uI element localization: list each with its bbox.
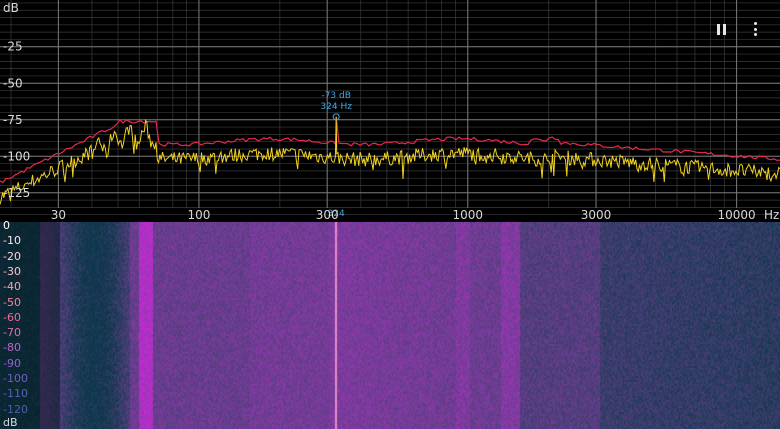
level-tick-label: -40 [3, 280, 21, 294]
level-tick-label: -70 [3, 326, 21, 340]
y-tick-label: -50 [3, 76, 23, 90]
x-tick-label: 3000 [581, 208, 612, 222]
pause-icon [715, 23, 727, 35]
level-tick-label: -20 [3, 249, 21, 263]
live-spectrum-curve [0, 116, 780, 205]
level-tick-label: -110 [3, 387, 28, 401]
level-tick-label: -120 [3, 402, 28, 416]
spectrum-plot[interactable]: -73 dB324 Hz324 -25-50-75-100-125 30 100 3… [0, 0, 780, 222]
level-tick-label: -80 [3, 341, 21, 355]
level-tick-label: -30 [3, 264, 21, 278]
x-tick-label: 100 [187, 208, 210, 222]
level-scale: 0 -10 -20 -30 -40 -50 -60 -70 -80 -90 -100 -110 -120 [0, 219, 40, 429]
major-grid [0, 0, 780, 208]
spectrogram[interactable]: 0 -10 -20 -30 -40 -50 -60 -70 -80 -90 -100 -110 -120… [0, 219, 780, 429]
level-tick-label: -50 [3, 295, 21, 309]
level-tick-label: -10 [3, 234, 21, 248]
db-unit-label: dB [3, 1, 19, 15]
spectrum-curves [0, 116, 780, 205]
level-tick-label: -100 [3, 372, 28, 385]
y-tick-label: -125 [3, 186, 30, 200]
overflow-menu-button[interactable] [745, 18, 765, 40]
x-tick-label: 10000 [718, 208, 756, 222]
x-tick-label: 300 [316, 208, 339, 222]
level-tick-label: -60 [3, 310, 21, 324]
level-tick-label: -90 [3, 356, 21, 370]
y-tick-label: -75 [3, 113, 23, 127]
spectrogram-db-unit: dB [3, 416, 18, 429]
y-tick-label: -100 [3, 149, 30, 163]
hz-unit-label: Hz [764, 208, 779, 222]
minor-grid [0, 0, 780, 216]
pause-button[interactable] [711, 18, 731, 40]
peak-db-label: -73 dB [321, 91, 350, 101]
peak-freq-label: 324 Hz [320, 102, 352, 112]
y-tick-label: -25 [3, 40, 23, 54]
x-tick-label: 1000 [452, 208, 483, 222]
more-vert-icon [753, 22, 757, 36]
level-tick-label: 0 [3, 219, 10, 232]
x-tick-label: 30 [51, 208, 66, 222]
spectrogram-canvas [0, 222, 780, 429]
